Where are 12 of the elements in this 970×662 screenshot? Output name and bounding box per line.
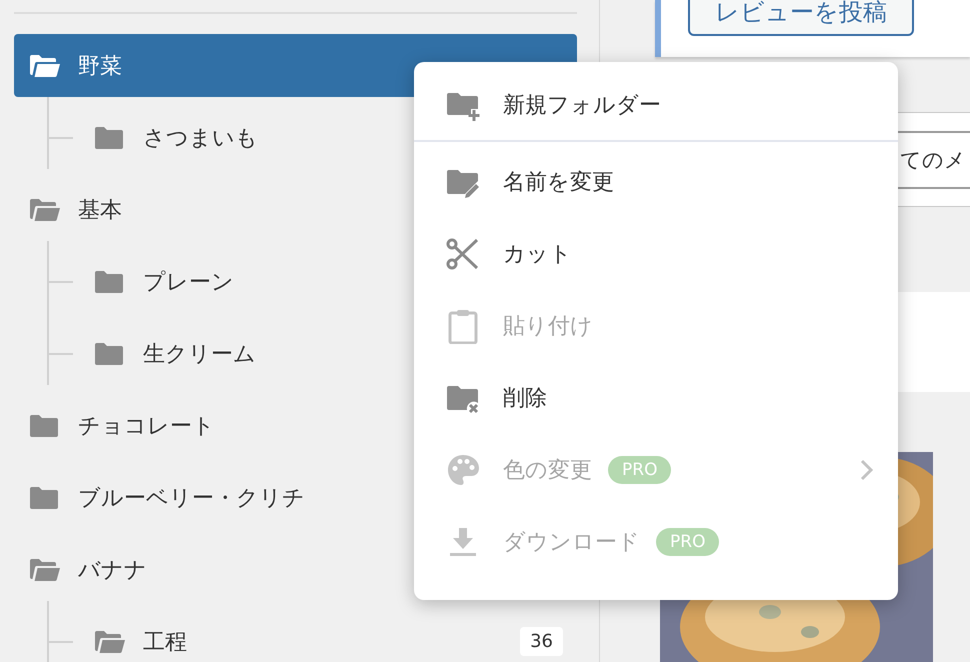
menu-item[interactable]: 新規フォルダー	[414, 70, 898, 142]
count-badge: 36	[520, 627, 563, 656]
palette-icon	[445, 452, 481, 488]
chevron-right-icon	[858, 459, 876, 481]
review-button[interactable]: レビューを投稿	[688, 0, 914, 36]
menu-item[interactable]: 名前を変更	[414, 146, 898, 218]
menu-item[interactable]: カット	[414, 218, 898, 290]
menu-item[interactable]: 削除	[414, 362, 898, 434]
tree-item[interactable]: 工程 36	[47, 610, 577, 662]
scissors-icon	[445, 236, 481, 272]
pro-badge: PRO	[608, 456, 672, 484]
pro-badge: PRO	[656, 528, 720, 556]
